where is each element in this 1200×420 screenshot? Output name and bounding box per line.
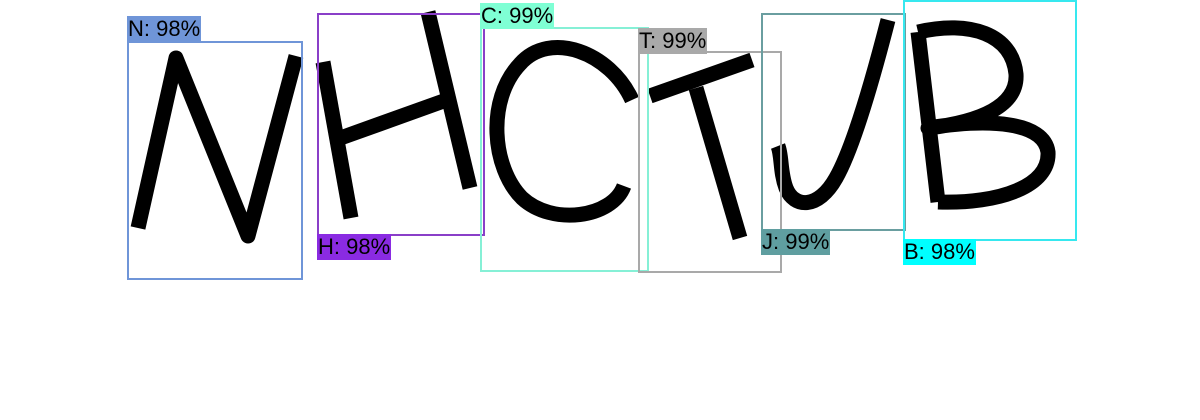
detection-box-b: [903, 0, 1077, 241]
detection-label-t: T: 99%: [638, 28, 708, 54]
detection-label-b: B: 98%: [903, 239, 976, 265]
detection-label-n: N: 98%: [127, 16, 202, 42]
detection-label-j: J: 99%: [761, 229, 831, 255]
detection-box-n: [127, 41, 303, 280]
detection-label-h: H: 98%: [317, 234, 392, 260]
detection-box-h: [317, 13, 485, 236]
detection-box-c: [480, 27, 649, 272]
detection-box-j: [761, 13, 906, 231]
detection-canvas: N: 98% H: 98% C: 99% T: 99% J: 99% B: 98…: [0, 0, 1200, 420]
detection-label-c: C: 99%: [480, 3, 555, 29]
